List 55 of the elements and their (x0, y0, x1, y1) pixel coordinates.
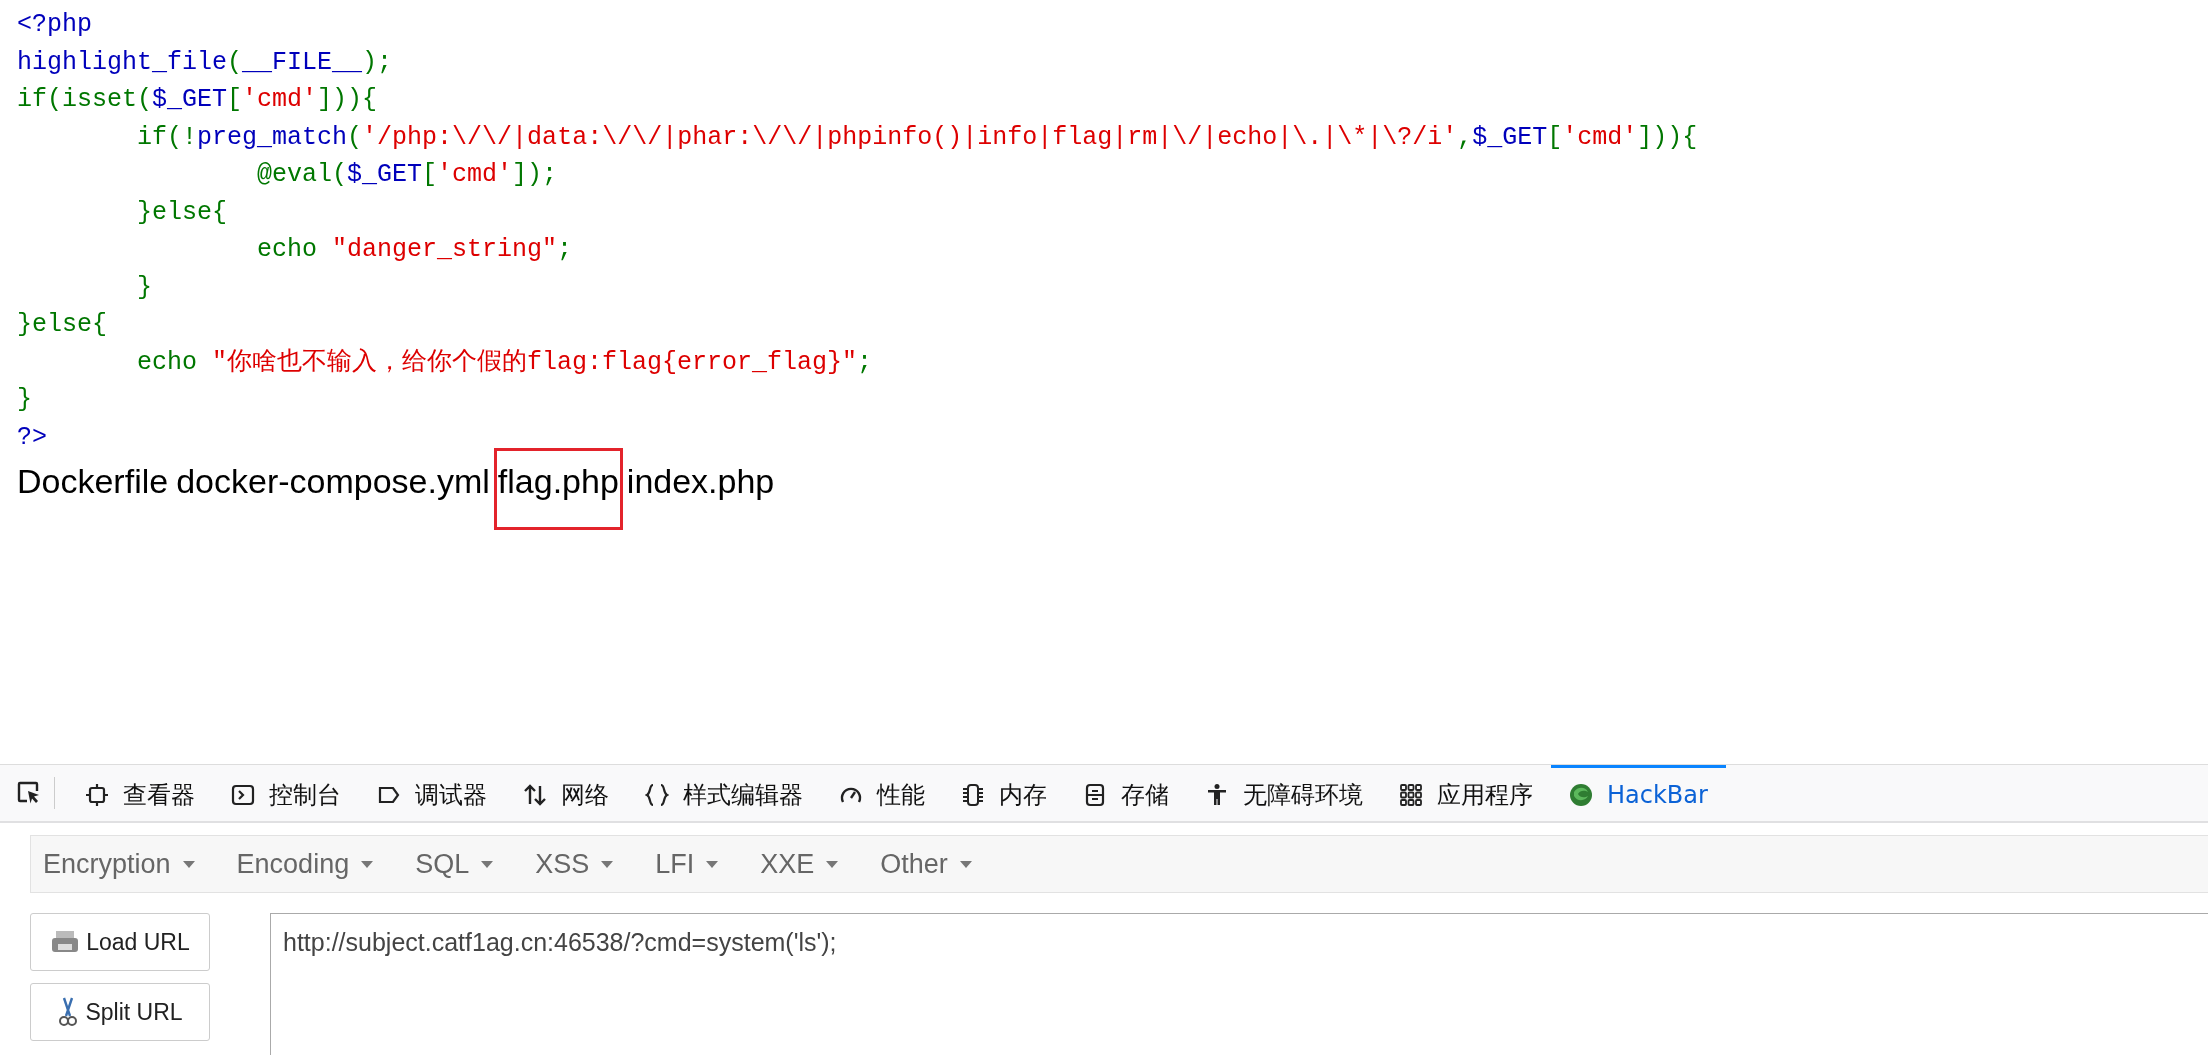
caret-icon (826, 860, 839, 868)
code-line: } (17, 384, 32, 416)
hackbar-button[interactable]: Load URL (30, 913, 210, 971)
caret-icon (361, 860, 374, 868)
menu-dropdown[interactable]: XSS (535, 848, 634, 880)
memory-icon (961, 782, 985, 807)
storage-icon (1083, 782, 1107, 807)
menu-dropdown[interactable]: Other (880, 848, 992, 880)
hackbar-button[interactable]: Split URL (30, 983, 210, 1041)
menu-dropdown[interactable]: Encryption (43, 848, 215, 880)
devtools-tab[interactable]: 网络 (505, 765, 627, 821)
menu-dropdown[interactable]: LFI (655, 848, 739, 880)
style-icon (645, 782, 669, 807)
caret-icon (481, 860, 494, 868)
code-line: echo "danger_string"; (256, 234, 573, 266)
devtools-tab[interactable]: 无障碍环境 (1187, 765, 1381, 821)
devtools-tab[interactable]: 内存 (943, 765, 1065, 821)
file-name: docker-compose.yml (175, 461, 491, 501)
inspector-icon (85, 782, 109, 807)
code-line: @eval($_GET['cmd']); (256, 159, 558, 191)
accessibility-icon (1205, 782, 1229, 807)
code-line: echo "你啥也不输入，给你个假的flag:flag{error_flag}"; (136, 346, 873, 379)
file-name: Dockerfile (17, 461, 170, 501)
code-line: highlight_file(__FILE__); (17, 46, 393, 79)
devtools-tab[interactable]: 控制台 (213, 765, 359, 821)
network-icon (523, 782, 547, 807)
application-icon (1399, 782, 1423, 807)
caret-icon (182, 860, 195, 868)
code-line: }else{ (17, 309, 107, 341)
devtools-tab[interactable]: 应用程序 (1381, 765, 1551, 821)
file-name: index.php (625, 461, 776, 501)
scissors-icon (57, 996, 80, 1028)
code-line: <?php (17, 9, 92, 41)
menu-dropdown[interactable]: XXE (760, 848, 859, 880)
devtools-tab[interactable]: 查看器 (67, 765, 213, 821)
code-line: }else{ (136, 196, 228, 229)
code-line: ?> (17, 421, 47, 454)
menu-dropdown[interactable]: SQL (415, 848, 514, 880)
code-line: if(!preg_match('/php:\/\/|data:\/\/|phar:\/\/|phpinfo()|info|flag|rm|\/|echo|\.|\*|\?/i',$_GET['cmd'])){ (136, 121, 1698, 154)
highlight-box: flag.php (493, 448, 623, 530)
url-input-field[interactable]: http://subject.catf1ag.cn:46538/?cmd=system('ls'); (270, 913, 2208, 1055)
hackbar-icon (1569, 782, 1593, 807)
code-line: if(isset($_GET['cmd'])){ (17, 84, 378, 116)
devtools-tab[interactable]: 调试器 (359, 765, 505, 821)
devtools-tab[interactable]: HackBar (1551, 765, 1726, 821)
devtools-tab[interactable]: 性能 (821, 765, 943, 821)
printer-icon (50, 929, 81, 955)
menu-dropdown[interactable]: Encoding (236, 848, 394, 880)
caret-icon (959, 860, 972, 868)
devtools-tab[interactable]: 样式编辑器 (627, 765, 821, 821)
console-icon (231, 782, 255, 807)
caret-icon (706, 860, 719, 868)
devtools-tab[interactable]: 存储 (1065, 765, 1187, 821)
code-line: } (136, 271, 153, 304)
caret-icon (601, 860, 614, 868)
